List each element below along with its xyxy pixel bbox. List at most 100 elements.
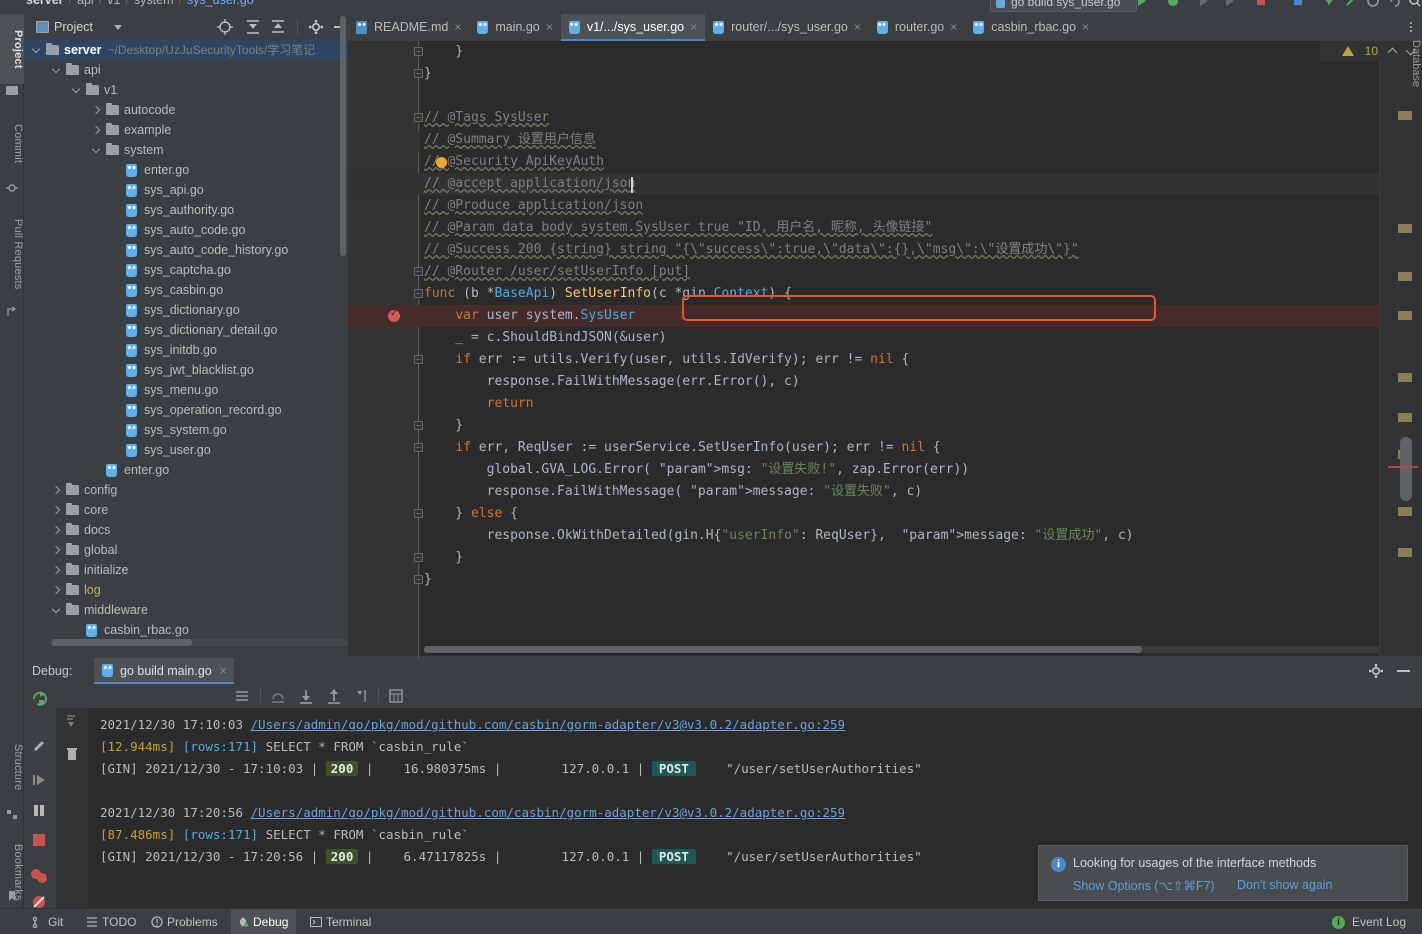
chevron-right-icon[interactable] — [52, 546, 61, 555]
tree-item-log[interactable]: log — [24, 580, 348, 600]
stop-icon[interactable] — [31, 832, 47, 848]
run-to-cursor-icon[interactable] — [354, 688, 370, 704]
code-line[interactable]: response.FailWithMessage(err.Error(), c) — [424, 371, 1422, 393]
scroll-to-end-icon[interactable] — [64, 713, 80, 729]
breadcrumb-part-3[interactable]: system — [134, 0, 174, 7]
code-line[interactable]: if err := utils.Verify(user, utils.IdVer… — [424, 349, 1422, 371]
tree-item-enter-go[interactable]: enter.go — [24, 160, 348, 180]
fold-marker[interactable]: – — [414, 267, 423, 276]
tree-vertical-scrollbar[interactable] — [340, 16, 346, 256]
run-icon[interactable] — [1134, 0, 1148, 8]
chevron-right-icon[interactable] — [92, 126, 101, 135]
warning-stripe-marker[interactable] — [1398, 413, 1412, 422]
fold-marker[interactable]: – — [414, 289, 423, 298]
breadcrumb-part-0[interactable]: server — [26, 0, 64, 7]
close-icon[interactable]: × — [690, 14, 697, 41]
warning-stripe-marker[interactable] — [1398, 548, 1412, 557]
code-line[interactable]: // @Tags SysUser — [424, 107, 1422, 129]
settings-wrench-icon[interactable] — [31, 739, 47, 755]
code-line[interactable]: } — [424, 415, 1422, 437]
stop-icon[interactable] — [1254, 0, 1268, 8]
code-text[interactable]: }} // @Tags SysUser// @Summary 设置用户信息// … — [424, 41, 1422, 656]
code-line[interactable]: response.OkWithDetailed(gin.H{"userInfo"… — [424, 525, 1422, 547]
code-line[interactable]: } — [424, 547, 1422, 569]
debug-side-toolbar[interactable] — [24, 684, 56, 908]
sidebar-item-commit[interactable]: Commit — [0, 108, 24, 180]
code-line[interactable] — [424, 85, 1422, 107]
tree-item-initialize[interactable]: initialize — [24, 560, 348, 580]
chevron-down-icon[interactable] — [52, 606, 61, 615]
step-up-icon[interactable] — [326, 688, 342, 704]
status-item-event-log[interactable]: i Event Log — [1332, 909, 1414, 934]
select-opened-file-icon[interactable] — [217, 19, 233, 35]
status-item-terminal[interactable]: Terminal — [304, 909, 379, 934]
code-line[interactable]: _ = c.ShouldBindJSON(&user) — [424, 327, 1422, 349]
editor-tab-router-----sys-user-go[interactable]: router/.../sys_user.go× — [705, 14, 869, 41]
tree-item-example[interactable]: example — [24, 120, 348, 140]
chevron-right-icon[interactable] — [52, 566, 61, 575]
code-line[interactable] — [424, 613, 1422, 635]
trash-icon[interactable] — [64, 746, 80, 762]
warning-stripe-marker[interactable] — [1398, 507, 1412, 516]
tree-item-v1[interactable]: v1 — [24, 80, 348, 100]
console-file-link[interactable]: /Users/admin/go/pkg/mod/github.com/casbi… — [251, 805, 846, 820]
code-line[interactable]: // @Summary 设置用户信息 — [424, 129, 1422, 151]
tree-item-sys-dictionary-go[interactable]: sys_dictionary.go — [24, 300, 348, 320]
console-file-link[interactable]: /Users/admin/go/pkg/mod/github.com/casbi… — [251, 717, 846, 732]
close-icon[interactable]: × — [454, 14, 461, 41]
run-coverage-icon[interactable] — [1196, 0, 1210, 8]
tree-horizontal-scrollbar[interactable] — [52, 639, 192, 646]
pause-icon[interactable] — [31, 802, 47, 818]
intention-bulb-icon[interactable] — [436, 157, 447, 168]
code-line[interactable]: // @Success 200 {string} string "{\"succ… — [424, 239, 1422, 261]
chevron-down-icon[interactable] — [52, 66, 61, 75]
debug-session-tab[interactable]: go build main.go × — [94, 658, 234, 684]
code-line[interactable]: } — [424, 63, 1422, 85]
view-breakpoints-icon[interactable] — [30, 868, 48, 884]
search-icon[interactable] — [1408, 0, 1422, 8]
editor-tab-main-go[interactable]: main.go× — [469, 14, 561, 41]
tree-item-config[interactable]: config — [24, 480, 348, 500]
editor-gutter[interactable] — [348, 41, 420, 656]
tree-item-sys-auto-code-go[interactable]: sys_auto_code.go — [24, 220, 348, 240]
warning-stripe-marker[interactable] — [1398, 373, 1412, 382]
code-line[interactable]: } — [424, 569, 1422, 591]
code-line[interactable]: // @Produce application/json — [424, 195, 1422, 217]
tree-item-casbin-rbac-go[interactable]: casbin_rbac.go — [24, 620, 348, 640]
show-options-link[interactable]: Show Options (⌥⇧⌘F7) — [1073, 878, 1215, 893]
rerun-icon[interactable] — [31, 690, 48, 707]
vcs-history-icon[interactable] — [1366, 0, 1380, 8]
fold-marker[interactable]: – — [414, 355, 423, 364]
sidebar-item-project[interactable]: Project — [0, 14, 24, 84]
step-out-icon[interactable] — [270, 688, 286, 704]
notification-popup[interactable]: i Looking for usages of the interface me… — [1038, 845, 1408, 901]
status-item-problems[interactable]: Problems — [145, 909, 226, 934]
close-icon[interactable]: × — [950, 14, 957, 41]
breadcrumb[interactable]: server/api/v1/system/sys_user.go — [26, 0, 254, 7]
tree-item-server[interactable]: server~/Desktop/UzJuSecurityTools/学习笔记 — [24, 40, 348, 60]
dont-show-again-link[interactable]: Don't show again — [1237, 878, 1333, 892]
editor-tab-readme-md[interactable]: README.md× — [348, 14, 469, 41]
step-down-icon[interactable] — [298, 688, 314, 704]
breakpoint-icon[interactable] — [388, 310, 400, 322]
hide-panel-icon[interactable] — [1397, 670, 1410, 672]
code-line[interactable]: if err, ReqUser := userService.SetUserIn… — [424, 437, 1422, 459]
console-side-toolbar[interactable] — [56, 708, 88, 908]
tree-item-core[interactable]: core — [24, 500, 348, 520]
vcs-rollback-icon[interactable] — [1388, 0, 1402, 8]
tree-item-sys-auto-code-history-go[interactable]: sys_auto_code_history.go — [24, 240, 348, 260]
status-item-git[interactable]: Git — [26, 909, 71, 934]
code-line[interactable]: // @Security ApiKeyAuth — [424, 151, 1422, 173]
tree-item-sys-operation-record-go[interactable]: sys_operation_record.go — [24, 400, 348, 420]
error-stripe-panel[interactable] — [1380, 41, 1422, 656]
breadcrumb-file[interactable]: sys_user.go — [187, 0, 254, 7]
warning-stripe-marker[interactable] — [1398, 224, 1412, 233]
close-icon[interactable]: × — [546, 14, 553, 41]
chevron-down-icon[interactable] — [92, 146, 101, 155]
editor-horizontal-scrollbar[interactable] — [424, 646, 1142, 653]
code-line[interactable]: response.FailWithMessage( "param">messag… — [424, 481, 1422, 503]
tree-item-middleware[interactable]: middleware — [24, 600, 348, 620]
fold-marker[interactable]: – — [414, 47, 423, 56]
code-editor[interactable]: 2632642652662672682692702712722732742752… — [348, 41, 1422, 656]
close-icon[interactable]: × — [219, 658, 226, 684]
